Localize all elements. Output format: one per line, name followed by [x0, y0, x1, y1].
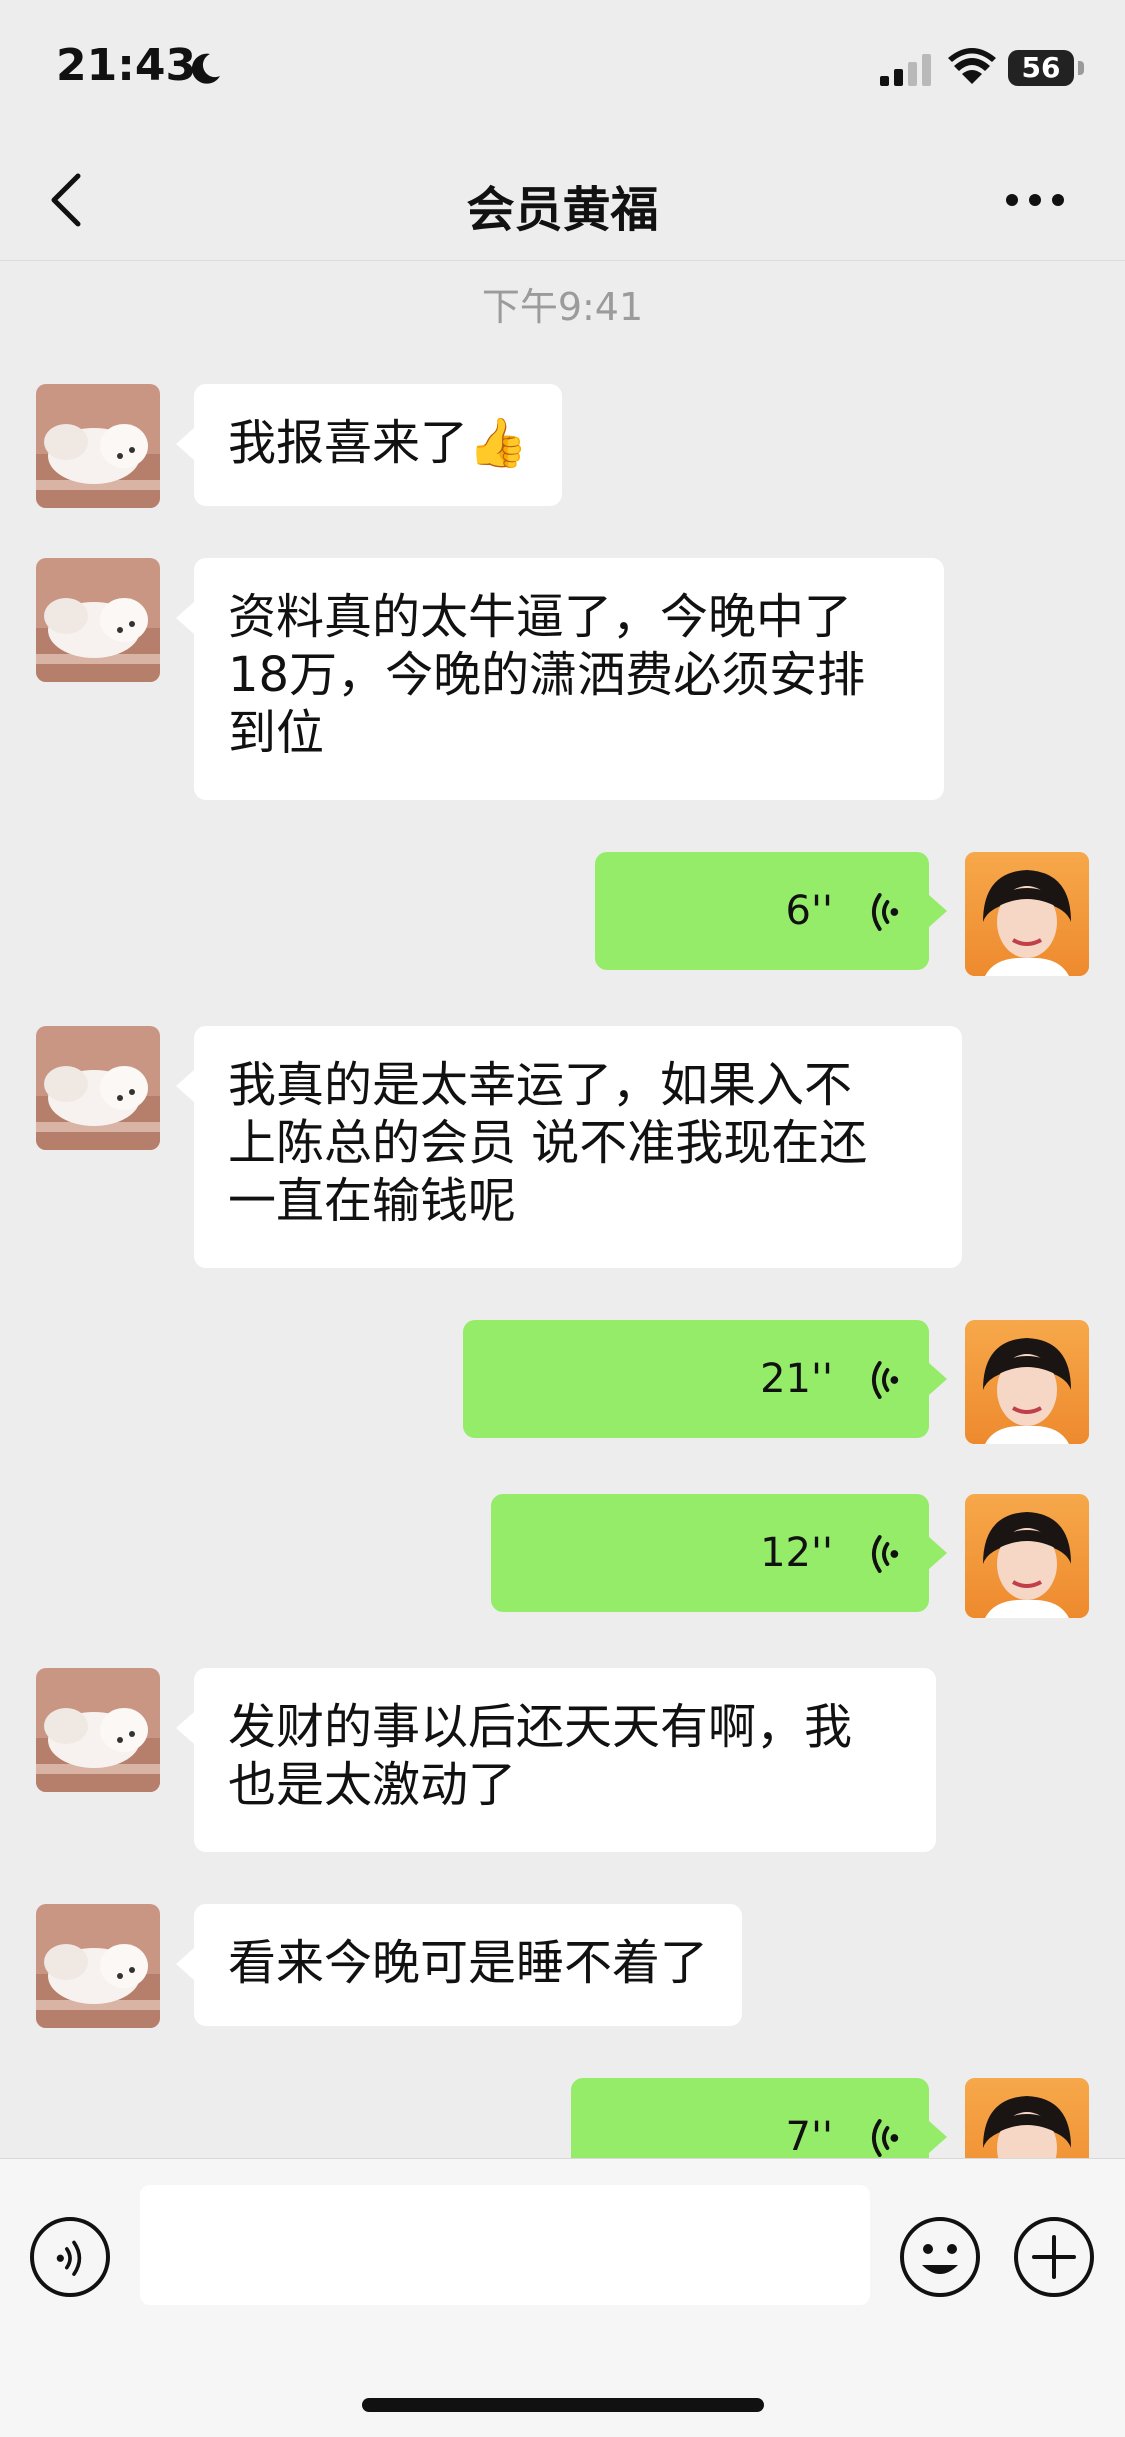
voice-duration: 12'': [760, 1530, 833, 1576]
voice-wave-icon: [871, 1535, 899, 1573]
voice-wave-icon: [871, 893, 899, 931]
more-button[interactable]: [1000, 180, 1070, 220]
nav-bar: 会员黄福: [0, 140, 1125, 261]
my-avatar[interactable]: [965, 1320, 1089, 1444]
message-line: 一直在输钱呢: [228, 1173, 517, 1229]
outgoing-voice-message[interactable]: 6'': [595, 852, 947, 970]
battery-tip: [1078, 61, 1084, 75]
voice-mode-button[interactable]: [28, 2215, 112, 2299]
moon-icon: [191, 53, 220, 84]
emoji-icon[interactable]: [898, 2215, 982, 2299]
incoming-text-message[interactable]: 看来今晚可是睡不着了: [175, 1904, 743, 2026]
contact-avatar[interactable]: [36, 1026, 160, 1150]
outgoing-voice-message[interactable]: 21'': [463, 1320, 947, 1438]
message-line: 也是太激动了: [228, 1757, 517, 1813]
voice-duration: 7'': [785, 2114, 833, 2158]
more-dots-icon: [1006, 194, 1064, 206]
outgoing-voice-message[interactable]: 7'': [571, 2078, 947, 2158]
incoming-text-message[interactable]: 资料真的太牛逼了，今晚中了 18万，今晚的潇洒费必须安排 到位: [176, 558, 944, 800]
battery-indicator: 56: [1008, 50, 1074, 86]
status-bar: 21:43 56: [0, 0, 1125, 140]
signal-icon: [880, 54, 931, 86]
message-line: 18万，今晚的潇洒费必须安排: [228, 647, 866, 703]
incoming-text-message[interactable]: 我报喜来了👍: [176, 384, 562, 506]
contact-avatar[interactable]: [36, 384, 160, 508]
message-line: 资料真的太牛逼了，今晚中了: [228, 589, 853, 645]
my-avatar[interactable]: [965, 852, 1089, 976]
message-line: 到位: [228, 705, 325, 761]
voice-wave-icon: [871, 2119, 899, 2157]
message-text: 看来今晚可是睡不着了: [228, 1935, 709, 1991]
input-bar: [0, 2158, 1125, 2437]
my-avatar[interactable]: [965, 2078, 1089, 2158]
chat-title: 会员黄福: [466, 182, 659, 238]
contact-avatar[interactable]: [36, 1668, 160, 1792]
incoming-text-message[interactable]: 发财的事以后还天天有啊，我 也是太激动了: [176, 1668, 936, 1852]
chat-message-list[interactable]: 下午9:41 我报喜来了👍 资料真的太牛逼了，今晚中了 18万，今晚的潇洒费必须…: [0, 262, 1125, 2158]
my-avatar[interactable]: [965, 1494, 1089, 1618]
plus-icon[interactable]: [1012, 2215, 1096, 2299]
message-input[interactable]: [140, 2185, 870, 2305]
message-line: 我真的是太幸运了，如果入不: [228, 1057, 853, 1113]
voice-duration: 21'': [760, 1356, 833, 1402]
voice-duration: 6'': [785, 888, 833, 934]
contact-avatar[interactable]: [36, 558, 160, 682]
message-line: 上陈总的会员 说不准我现在还: [228, 1115, 868, 1171]
message-timestamp: 下午9:41: [481, 285, 644, 329]
message-line: 发财的事以后还天天有啊，我: [228, 1699, 853, 1755]
voice-wave-icon: [871, 1361, 899, 1399]
contact-avatar[interactable]: [36, 1904, 160, 2028]
home-indicator[interactable]: [362, 2398, 764, 2412]
incoming-text-message[interactable]: 我真的是太幸运了，如果入不 上陈总的会员 说不准我现在还 一直在输钱呢: [176, 1026, 962, 1268]
wifi-icon: [948, 48, 996, 84]
outgoing-voice-message[interactable]: 12'': [491, 1494, 947, 1612]
message-text: 我报喜来了👍: [228, 415, 528, 471]
status-time: 21:43: [56, 40, 197, 91]
